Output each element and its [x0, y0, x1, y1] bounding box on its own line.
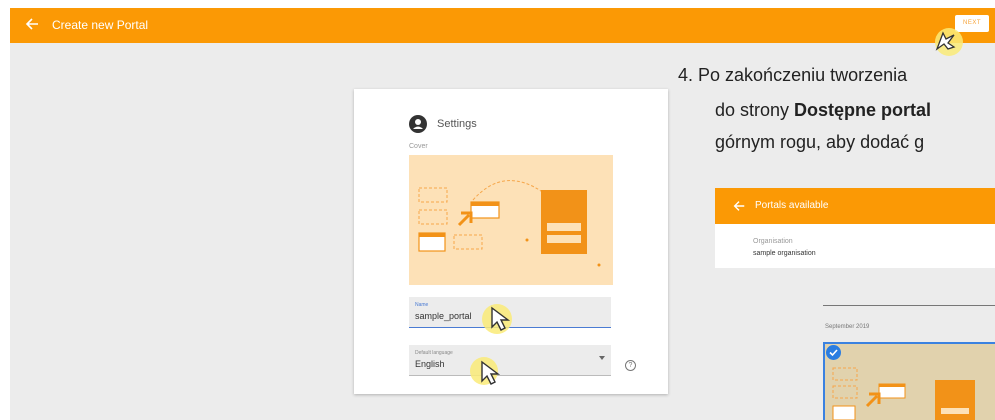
language-field-value: English	[415, 359, 445, 369]
settings-card: Settings Cover Name sample_portal Defaul…	[354, 89, 668, 394]
portal-thumbnail-illustration-icon	[832, 367, 975, 420]
instruction-line-3: górnym rogu, aby dodać g	[715, 132, 925, 152]
check-icon[interactable]	[826, 345, 841, 360]
portals-app-bar: Portals available	[715, 188, 995, 224]
settings-title: Settings	[437, 118, 477, 130]
help-icon[interactable]: ?	[625, 360, 636, 371]
portals-available-preview: Portals available Organisation sample or…	[715, 188, 995, 420]
instruction-line-2-text: do strony	[715, 100, 795, 120]
cover-illustration-icon	[418, 180, 601, 267]
back-arrow-icon[interactable]	[24, 16, 40, 32]
language-field-label: Default language	[415, 350, 453, 356]
instruction-line-1: 4. Po zakończeniu tworzenia	[678, 65, 908, 85]
cover-image[interactable]	[409, 155, 613, 285]
avatar-icon	[409, 115, 427, 133]
portal-list-area: September 2019	[715, 268, 995, 420]
top-app-bar: Create new Portal NEXT	[10, 8, 995, 43]
cursor-pointer-icon	[481, 360, 501, 385]
name-field-value[interactable]: sample_portal	[415, 311, 472, 321]
back-arrow-icon	[733, 201, 745, 211]
name-field-label: Name	[415, 302, 429, 308]
instruction-line-2: do strony Dostępne portal	[715, 100, 931, 121]
organisation-label: Organisation	[753, 238, 793, 245]
instruction-line-2-bold: Dostępne portal	[794, 100, 932, 120]
date-group-label: September 2019	[825, 324, 870, 330]
cursor-pointer-icon	[935, 31, 956, 51]
cursor-pointer-icon	[491, 306, 511, 331]
portals-title: Portals available	[755, 200, 829, 211]
cover-label: Cover	[409, 143, 428, 150]
left-margin	[0, 0, 10, 420]
page-title: Create new Portal	[52, 18, 149, 32]
next-button[interactable]: NEXT	[955, 15, 989, 32]
screenshot-canvas: Create new Portal NEXT Settings Cover Na…	[10, 8, 995, 420]
organisation-value: sample organisation	[753, 250, 816, 257]
chevron-down-icon[interactable]	[599, 356, 605, 360]
portal-thumbnail[interactable]	[823, 342, 995, 420]
divider	[823, 305, 995, 306]
default-language-select[interactable]: Default language English	[409, 345, 611, 376]
